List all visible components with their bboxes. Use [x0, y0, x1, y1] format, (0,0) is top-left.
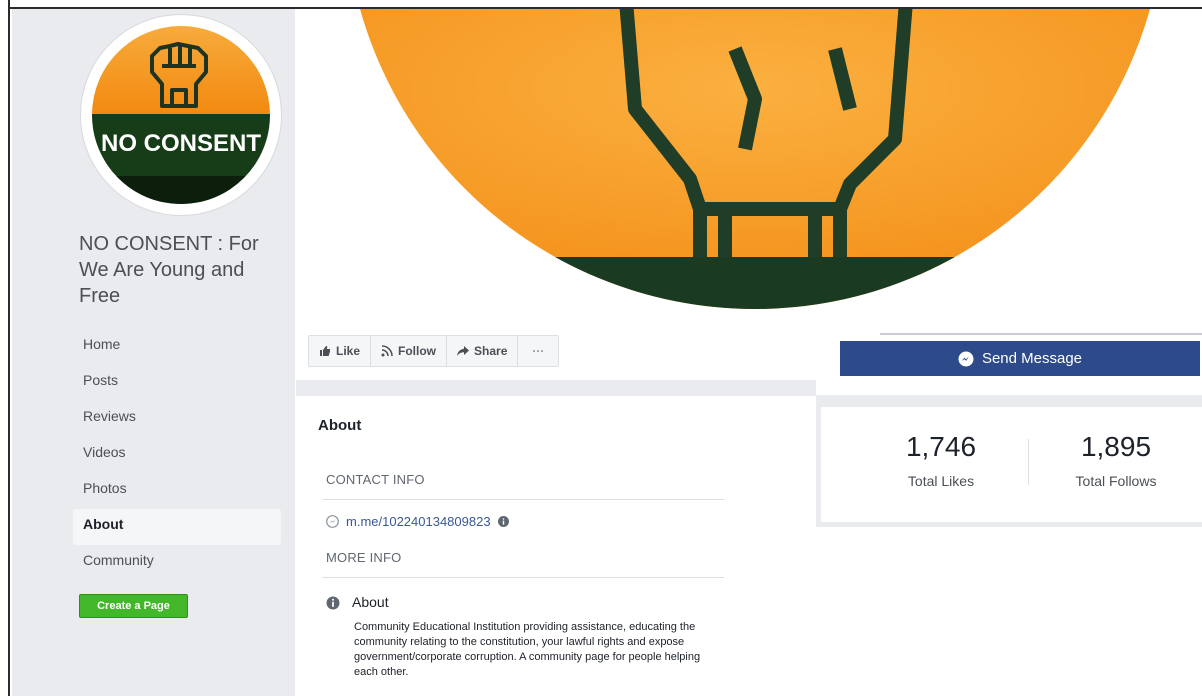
profile-picture[interactable]: NO CONSENT: [92, 26, 270, 204]
create-page-button[interactable]: Create a Page: [79, 594, 188, 618]
contact-info-heading: CONTACT INFO: [326, 472, 425, 487]
sidebar-nav: Home Posts Reviews Videos Photos About C…: [73, 329, 281, 581]
stats-divider: [1028, 439, 1029, 485]
window-frame-left: [0, 0, 10, 696]
thumbs-up-icon: [320, 346, 330, 356]
messenger-icon: [326, 515, 339, 528]
stats-card: 1,746 Total Likes 1,895 Total Follows: [816, 407, 1202, 527]
info-icon[interactable]: [497, 516, 509, 527]
sidebar-item-reviews[interactable]: Reviews: [73, 401, 281, 437]
sidebar-item-posts[interactable]: Posts: [73, 365, 281, 401]
cover-photo[interactable]: [295, 9, 1202, 326]
total-follows-stat: 1,895 Total Follows: [1046, 431, 1186, 489]
total-likes-value: 1,746: [905, 431, 977, 462]
about-heading: About: [318, 417, 362, 434]
share-button[interactable]: Share: [447, 336, 519, 366]
logo-text: NO CONSENT: [101, 130, 261, 157]
about-description: Community Educational Institution provid…: [354, 621, 701, 678]
share-arrow-icon: [457, 346, 470, 356]
send-message-label: Send Message: [981, 350, 1083, 367]
follow-label: Follow: [398, 344, 437, 358]
send-message-button[interactable]: Send Message: [840, 341, 1200, 376]
page-action-bar: Like Follow Share ···: [308, 335, 560, 367]
total-likes-label: Total Likes: [907, 473, 975, 489]
follow-button[interactable]: Follow: [371, 336, 448, 366]
share-label: Share: [474, 344, 508, 358]
about-info-row: About: [326, 594, 389, 610]
section-gap: [296, 380, 816, 396]
sidebar-item-photos[interactable]: Photos: [73, 473, 281, 509]
sidebar-item-home[interactable]: Home: [73, 329, 281, 365]
window-frame-top: [0, 0, 1202, 9]
total-follows-label: Total Follows: [1075, 473, 1157, 489]
section-gap: [816, 395, 1202, 407]
more-info-heading: MORE INFO: [326, 550, 402, 565]
divider: [880, 333, 1202, 335]
divider: [322, 499, 724, 500]
messenger-contact-row: m.me/102240134809823: [326, 514, 509, 529]
sidebar-item-about[interactable]: About: [73, 509, 281, 545]
page-title: NO CONSENT : For We Are Young and Free: [79, 233, 259, 307]
divider: [322, 577, 724, 578]
total-likes-stat: 1,746 Total Likes: [871, 431, 1011, 489]
about-label: About: [352, 594, 389, 610]
total-follows-value: 1,895: [1080, 431, 1152, 462]
info-icon: [326, 596, 340, 610]
like-label: Like: [336, 344, 361, 358]
rss-icon: [381, 345, 393, 357]
messenger-link[interactable]: m.me/102240134809823: [346, 514, 491, 529]
messenger-icon: [958, 351, 974, 366]
sidebar-item-community[interactable]: Community: [73, 545, 281, 581]
like-button[interactable]: Like: [309, 336, 372, 366]
sidebar-item-videos[interactable]: Videos: [73, 437, 281, 473]
more-options-button[interactable]: ···: [518, 336, 558, 366]
